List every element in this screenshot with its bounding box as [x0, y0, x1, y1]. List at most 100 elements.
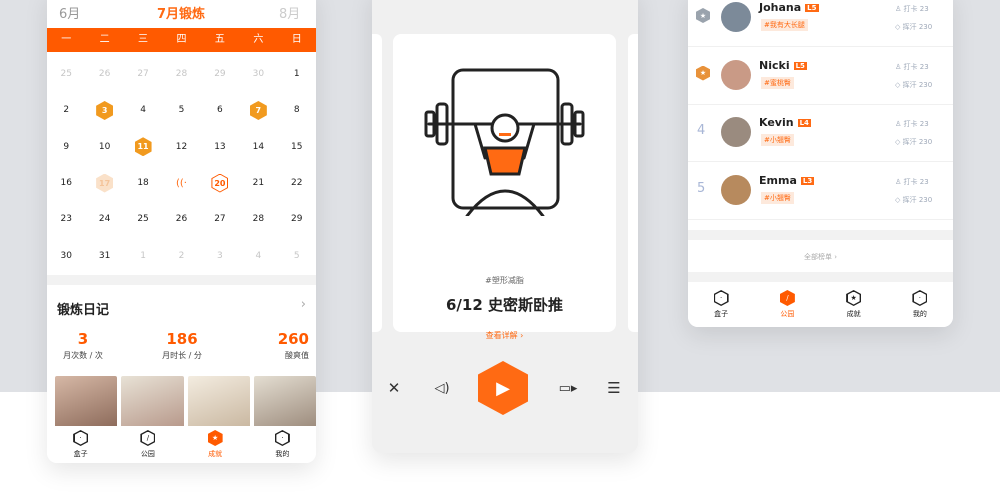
calendar-day[interactable]: 5 — [162, 92, 200, 128]
weekday-label: 三 — [138, 34, 149, 45]
workout-photo[interactable] — [121, 376, 184, 428]
next-card-edge[interactable] — [628, 34, 638, 332]
tab-profile[interactable]: · 我的 — [249, 426, 316, 463]
ranking-row[interactable]: 4 Kevin L4 #小翘臀 ♙ 打卡 23 ◇ 挥汗 230 — [688, 105, 953, 162]
all-ranking-link[interactable]: 全部榜单 › — [688, 252, 953, 262]
calendar-day[interactable]: 13 — [201, 129, 239, 165]
calendar-day-label: 1 — [293, 69, 300, 80]
calendar-day[interactable]: 26 — [85, 56, 123, 92]
calendar-day-label: 9 — [63, 141, 70, 152]
calendar-day-label: 10 — [98, 141, 111, 152]
calendar-day-label: 2 — [178, 250, 185, 261]
tab-box[interactable]: · 盒子 — [47, 426, 114, 463]
avatar[interactable] — [721, 117, 751, 147]
list-icon[interactable]: ☰ — [604, 358, 624, 418]
user-tag: #蜜桃臀 — [761, 76, 794, 89]
checkin-text: 打卡 23 — [903, 5, 929, 13]
calendar-day[interactable]: 16 — [47, 165, 85, 201]
calendar-day-label: 5 — [178, 105, 185, 116]
tab-box[interactable]: · 盒子 — [688, 282, 754, 327]
calendar-day[interactable]: 10 — [85, 129, 123, 165]
ranking-row[interactable]: 5 Emma L3 #小翘臀 ♙ 打卡 23 ◇ 挥汗 230 — [688, 163, 953, 220]
calendar-day[interactable]: 27 — [201, 201, 239, 237]
calendar-day[interactable]: 28 — [239, 201, 277, 237]
workout-photo[interactable] — [187, 376, 250, 428]
avatar[interactable] — [721, 2, 751, 32]
today-badge-icon: 20 — [211, 173, 229, 193]
video-icon[interactable]: ▭▸ — [558, 358, 578, 418]
box-icon: · — [73, 430, 89, 446]
calendar-day[interactable]: 30 — [239, 56, 277, 92]
calendar-day[interactable]: 8 — [278, 92, 316, 128]
calendar-day[interactable]: 27 — [124, 56, 162, 92]
calendar-day[interactable]: 11 — [124, 129, 162, 165]
workout-badge-icon: 3 — [96, 100, 114, 120]
calendar-day[interactable]: 29 — [278, 201, 316, 237]
drop-icon: ◇ — [895, 138, 903, 146]
calendar-day[interactable]: 20 — [201, 165, 239, 201]
calendar-day[interactable]: 31 — [85, 237, 123, 273]
avatar[interactable] — [721, 59, 751, 90]
calendar-day[interactable]: 30 — [47, 237, 85, 273]
calendar-day[interactable]: 4 — [239, 237, 277, 273]
workout-photo[interactable] — [55, 376, 118, 428]
calendar-day[interactable]: 3 — [201, 237, 239, 273]
calendar-day[interactable]: 22 — [278, 165, 316, 201]
checkin-count: ♙ 打卡 23 — [895, 4, 929, 14]
tab-park[interactable]: / 公园 — [114, 426, 181, 463]
sweat-count: ◇ 挥汗 230 — [895, 195, 932, 205]
next-month-tab[interactable]: 8月 — [279, 3, 300, 22]
exercise-card[interactable]: #塑形减脂 6/12 史密斯卧推 查看详解 › — [393, 34, 616, 340]
player-controls: ✕ ◁) ▶ ▭▸ ☰ — [372, 358, 638, 418]
tab-park[interactable]: / 公园 — [754, 282, 820, 327]
calendar-day[interactable]: 12 — [162, 129, 200, 165]
calendar-day[interactable]: 4 — [124, 92, 162, 128]
calendar-day-label: 5 — [293, 250, 300, 261]
weekday-label: 日 — [291, 34, 302, 45]
calendar-day[interactable]: 14 — [239, 129, 277, 165]
volume-icon[interactable]: ◁) — [432, 358, 452, 418]
calendar-day[interactable]: 6 — [201, 92, 239, 128]
calendar-day-label: 8 — [293, 105, 300, 116]
calendar-day[interactable]: 26 — [162, 201, 200, 237]
current-month-tab[interactable]: 7月锻炼 — [157, 3, 205, 22]
calendar-day[interactable]: 25 — [47, 56, 85, 92]
ranking-row[interactable]: ★ Nicki L5 #蜜桃臀 ♙ 打卡 23 ◇ 挥汗 230 — [688, 48, 953, 105]
user-name: Kevin L4 — [759, 116, 811, 129]
calendar-day[interactable]: 5 — [278, 237, 316, 273]
avatar[interactable] — [721, 174, 751, 205]
calendar-day[interactable]: 3 — [85, 92, 123, 128]
workout-photo[interactable] — [253, 376, 316, 428]
prev-month-tab[interactable]: 6月 — [59, 3, 80, 22]
calendar-day[interactable]: 23 — [47, 201, 85, 237]
play-button[interactable]: ▶ — [478, 361, 528, 415]
calendar-day-label: 30 — [252, 69, 265, 80]
view-details-link[interactable]: 查看详解 › — [393, 330, 616, 341]
calendar-day[interactable]: 18 — [124, 165, 162, 201]
calendar-day[interactable]: 2 — [47, 92, 85, 128]
tab-achievement[interactable]: ★ 成就 — [821, 282, 887, 327]
calendar-day[interactable]: 17 — [85, 165, 123, 201]
prev-card-edge[interactable] — [372, 34, 382, 332]
calendar-day[interactable]: 29 — [201, 56, 239, 92]
calendar-day[interactable]: ((· — [162, 165, 200, 201]
tab-profile[interactable]: · 我的 — [887, 282, 953, 327]
calendar-day[interactable]: 15 — [278, 129, 316, 165]
calendar-day[interactable]: 1 — [278, 56, 316, 92]
level-badge: L3 — [800, 176, 815, 185]
close-icon[interactable]: ✕ — [384, 358, 404, 418]
calendar-day[interactable]: 7 — [239, 92, 277, 128]
medal-icon: ★ — [696, 65, 710, 81]
ranking-screen: ★ Johana L5 #我有大长腿 ♙ 打卡 23 ◇ 挥汗 230 ★ Nicki L5 #蜜… — [688, 0, 953, 327]
ranking-row[interactable]: ★ Johana L5 #我有大长腿 ♙ 打卡 23 ◇ 挥汗 230 — [688, 0, 953, 47]
calendar-day[interactable]: 1 — [124, 237, 162, 273]
calendar-day[interactable]: 25 — [124, 201, 162, 237]
calendar-day[interactable]: 28 — [162, 56, 200, 92]
calendar-day[interactable]: 24 — [85, 201, 123, 237]
calendar-day-label: 21 — [252, 178, 265, 189]
chevron-right-icon[interactable]: › — [301, 297, 306, 312]
tab-achievement[interactable]: ★ 成就 — [182, 426, 249, 463]
calendar-day[interactable]: 21 — [239, 165, 277, 201]
calendar-day[interactable]: 9 — [47, 129, 85, 165]
calendar-day[interactable]: 2 — [162, 237, 200, 273]
